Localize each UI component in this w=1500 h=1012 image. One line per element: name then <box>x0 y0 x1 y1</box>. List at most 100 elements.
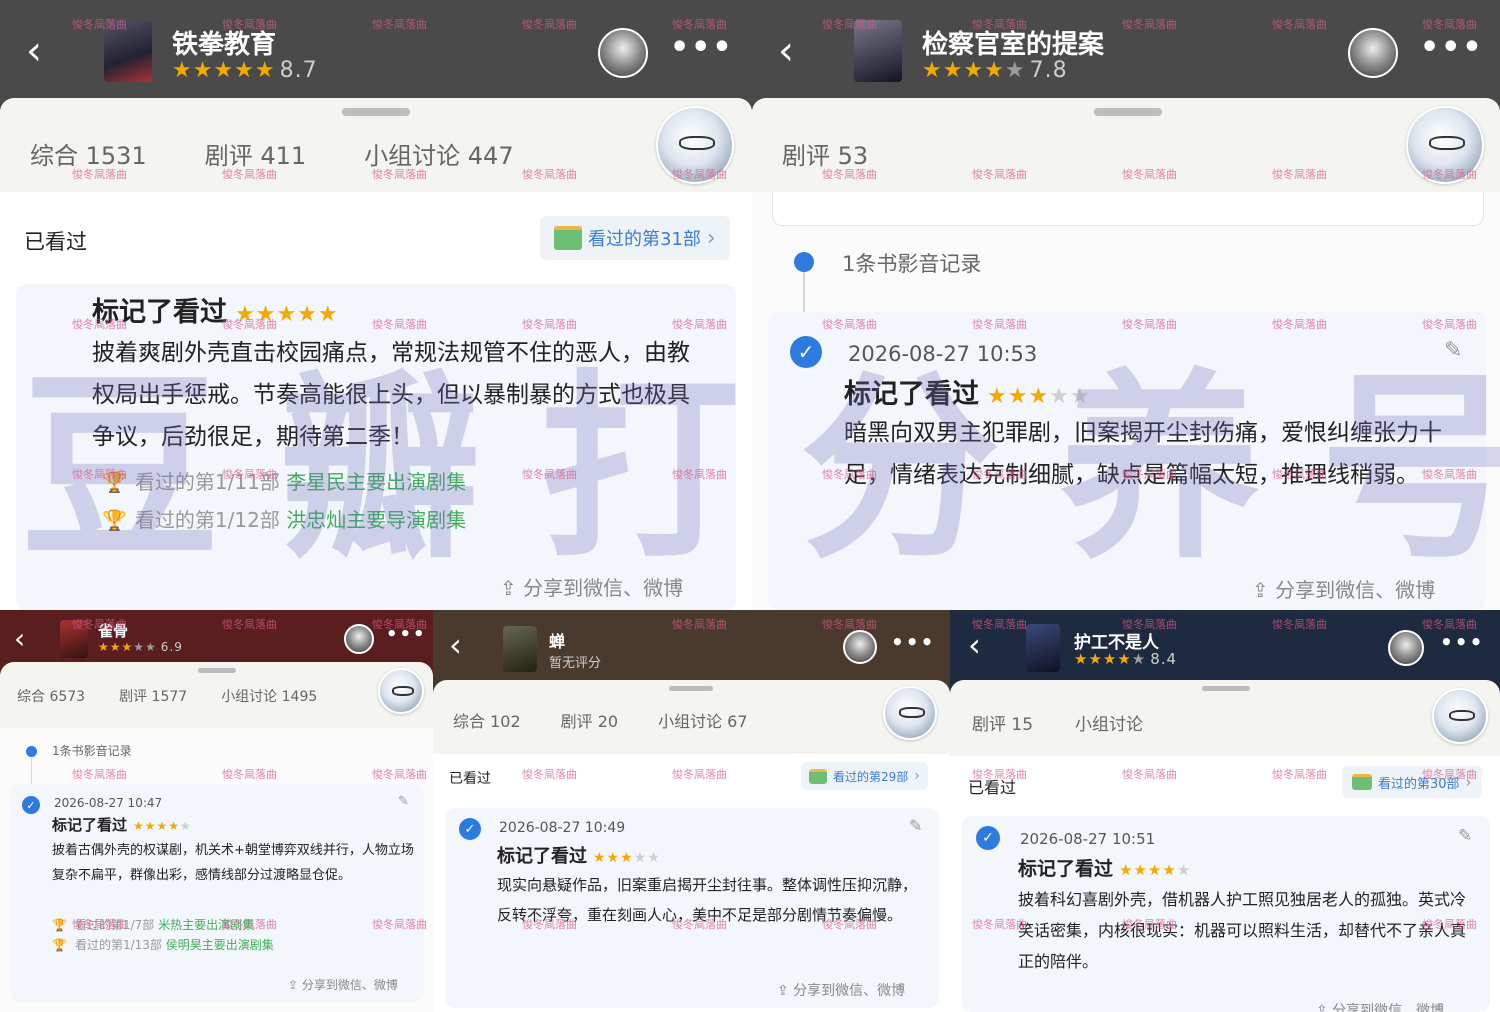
more-icon[interactable]: ••• <box>670 30 734 65</box>
timeline-dot <box>26 746 37 757</box>
more-icon[interactable]: ••• <box>891 630 935 654</box>
review-stars: ★★★★★ <box>987 384 1091 409</box>
seen-row: 已看过 看过的第30部 › <box>950 756 1500 816</box>
drag-handle[interactable] <box>198 668 236 673</box>
review-card: ✓ 2026-08-27 10:49 ✎ 标记了看过 ★★★★★ 现实向悬疑作品，… <box>445 808 939 1008</box>
rating-score: 7.8 <box>1029 58 1068 83</box>
share-button[interactable]: ⇪ 分享到微信、微博 <box>1316 1000 1444 1012</box>
user-avatar[interactable] <box>598 28 648 78</box>
seen-count-pill[interactable]: 看过的第31部 › <box>540 216 730 260</box>
tab-reviews[interactable]: 剧评 53 <box>782 136 868 171</box>
check-icon: ✓ <box>22 796 40 814</box>
review-text: 现实向悬疑作品，旧案重启揭开尘封往事。整体调性压抑沉静，反转不浮夸，重在刻画人心… <box>497 876 918 924</box>
back-icon[interactable]: ‹ <box>968 626 981 664</box>
rating-score: 8.4 <box>1150 650 1178 668</box>
more-icon[interactable]: ••• <box>1440 630 1484 654</box>
edit-pen-icon[interactable]: ✎ <box>398 794 409 809</box>
review-card: ✓ 2026-08-27 10:53 ✎ 标记了看过 ★★★★★ 暗黑向双男主犯罪… <box>768 312 1486 610</box>
edit-pen-icon[interactable]: ✎ <box>909 816 922 835</box>
review-heading: 标记了看过 ★★★★★ <box>497 846 661 867</box>
tab-group-discussion[interactable]: 小组讨论 1495 <box>221 686 317 706</box>
seen-label: 已看过 <box>24 230 87 254</box>
stars-filled: ★★★★★ <box>172 58 276 83</box>
chevron-right-icon: › <box>1465 773 1472 791</box>
tab-overview[interactable]: 综合 102 <box>453 708 521 732</box>
back-icon[interactable]: ‹ <box>449 626 462 664</box>
tab-sheet: 剧评 53 <box>752 98 1500 198</box>
seen-count-pill[interactable]: 看过的第29部 › <box>801 762 928 790</box>
share-button[interactable]: ⇪ 分享到微信、微博 <box>288 976 398 993</box>
poster-thumbnail <box>503 626 537 672</box>
tab-reviews[interactable]: 剧评 20 <box>561 708 618 732</box>
review-stars: ★★★★★ <box>235 302 339 327</box>
more-icon[interactable]: ••• <box>386 624 427 645</box>
user-avatar[interactable] <box>1348 28 1398 78</box>
show-title: 雀骨 <box>98 622 129 640</box>
back-icon[interactable]: ‹ <box>778 28 794 74</box>
tab-reviews[interactable]: 剧评 411 <box>205 136 306 171</box>
actor-link[interactable]: 李星民主要出演剧集 <box>286 470 466 494</box>
back-icon[interactable]: ‹ <box>26 28 42 74</box>
share-button[interactable]: ⇪ 分享到微信、微博 <box>500 572 683 601</box>
drag-handle[interactable] <box>669 686 713 691</box>
review-text: 披着爽剧外壳直击校园痛点，常规法规管不住的恶人，由教权局出手惩戒。节奏高能很上头… <box>92 340 690 450</box>
review-stars: ★★★★★ <box>593 850 661 866</box>
tab-group-discussion[interactable]: 小组讨论 67 <box>658 708 747 732</box>
mascot-avatar[interactable] <box>1406 106 1484 184</box>
mascot-avatar[interactable] <box>1432 688 1488 744</box>
tab-group-discussion[interactable]: 小组讨论 447 <box>364 136 513 171</box>
drag-handle[interactable] <box>1202 686 1250 691</box>
meta-actor-2: 🏆 看过的第1/13部 侯明昊主要出演剧集 <box>52 938 274 952</box>
header-bar: ‹ 检察官室的提案 ★★★★★ 7.8 ••• <box>752 0 1500 110</box>
rating-stars: ★★★★★ 8.4 <box>1074 650 1178 668</box>
tab-sheet: 综合 6573 剧评 1577 小组讨论 1495 <box>0 662 433 732</box>
tab-reviews[interactable]: 剧评 15 <box>972 710 1033 735</box>
actor-link-2[interactable]: 侯明昊主要出演剧集 <box>166 938 274 952</box>
more-icon[interactable]: ••• <box>1420 30 1484 65</box>
drag-handle[interactable] <box>1094 108 1162 116</box>
review-status: 标记了看过 <box>92 297 227 328</box>
review-date: 2026-08-27 10:49 <box>499 820 626 836</box>
record-count: 1条书影音记录 <box>842 252 982 276</box>
tab-overview[interactable]: 综合 1531 <box>30 136 147 171</box>
no-rating-label: 暂无评分 <box>549 656 602 671</box>
review-stars: ★★★★★ <box>133 819 192 833</box>
mascot-avatar[interactable] <box>883 686 937 740</box>
tab-overview[interactable]: 综合 6573 <box>17 686 85 706</box>
back-icon[interactable]: ‹ <box>14 622 25 655</box>
mascot-avatar[interactable] <box>378 668 424 714</box>
show-title: 蝉 <box>549 632 566 651</box>
chevron-right-icon: › <box>914 768 920 784</box>
show-title: 铁拳教育 <box>172 30 277 60</box>
mascot-avatar[interactable] <box>656 106 734 184</box>
seen-count-text: 看过的第29部 <box>833 769 909 784</box>
rating-score: 8.7 <box>279 58 318 83</box>
tab-bar: 综合 1531 剧评 411 小组讨论 447 <box>30 136 514 171</box>
tab-group-discussion[interactable]: 小组讨论 <box>1075 710 1143 735</box>
seen-count-pill[interactable]: 看过的第30部 › <box>1342 766 1482 798</box>
actor-link[interactable]: 米热主要出演剧集 <box>158 918 254 932</box>
share-icon: ⇪ <box>1316 1003 1328 1012</box>
collage: ‹ 铁拳教育 ★★★★★ 8.7 ••• 综合 1531 剧评 411 小组讨论 … <box>0 0 1500 1012</box>
director-link[interactable]: 洪忠灿主要导演剧集 <box>286 508 466 532</box>
panel-hugong: ‹ 护工不是人 ★★★★★ 8.4 ••• 剧评 15 小组讨论 已看过 看过的第… <box>950 610 1500 1012</box>
user-avatar[interactable] <box>1388 630 1424 666</box>
review-date: 2026-08-27 10:47 <box>54 796 163 810</box>
user-avatar[interactable] <box>843 630 877 664</box>
edit-pen-icon[interactable]: ✎ <box>1444 338 1462 363</box>
tab-reviews[interactable]: 剧评 1577 <box>119 686 187 706</box>
rating-stars: ★★★★★ 6.9 <box>98 640 183 654</box>
edit-pen-icon[interactable]: ✎ <box>1458 826 1472 846</box>
poster-thumbnail <box>104 20 152 82</box>
share-button[interactable]: ⇪ 分享到微信、微博 <box>777 980 905 1000</box>
trophy-icon: 🏆 <box>52 938 67 952</box>
show-title: 检察官室的提案 <box>922 30 1105 60</box>
tab-sheet: 综合 102 剧评 20 小组讨论 67 <box>433 680 950 764</box>
tab-bar: 综合 6573 剧评 1577 小组讨论 1495 <box>17 686 317 706</box>
user-avatar[interactable] <box>344 624 374 654</box>
share-button[interactable]: ⇪ 分享到微信、微博 <box>1252 574 1435 603</box>
seen-row: 已看过 看过的第31部 › <box>0 192 752 284</box>
archive-box-icon <box>554 226 582 250</box>
drag-handle[interactable] <box>342 108 410 116</box>
rating-stars: ★★★★★ 8.7 <box>172 58 318 83</box>
